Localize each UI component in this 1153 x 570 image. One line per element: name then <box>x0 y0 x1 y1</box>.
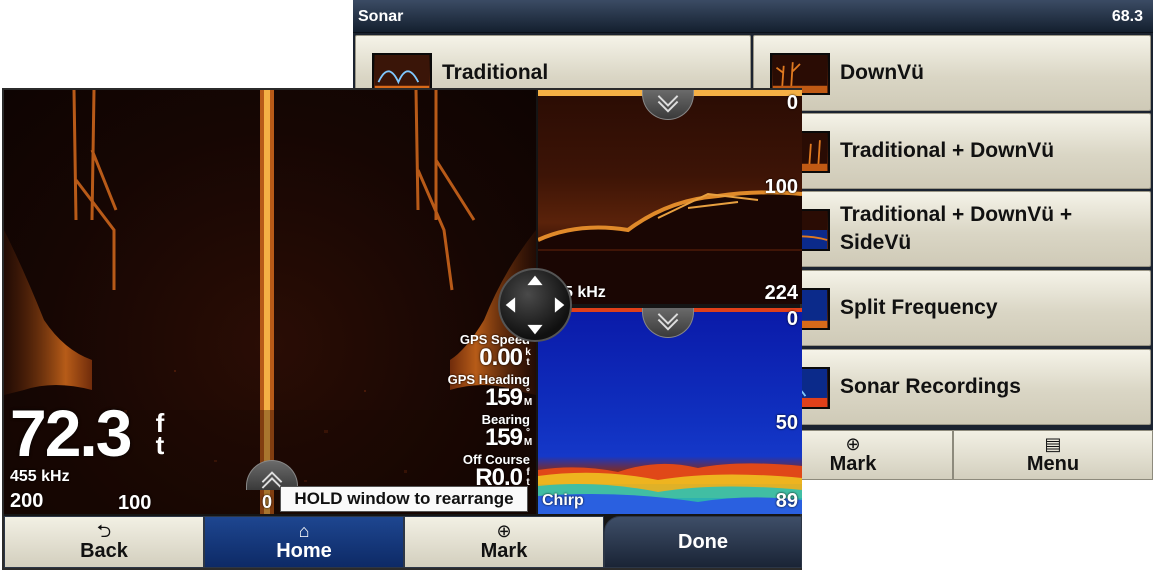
off-course-unit: ft <box>523 468 533 488</box>
gps-heading-unit: ° M <box>523 388 533 408</box>
trad-depth-mid: 100 <box>764 176 798 198</box>
front-bottom-bar: ⮌ Back ⌂ Home ⊕ Mark Done <box>4 516 802 568</box>
gps-heading-value: 159 <box>484 384 523 411</box>
home-button[interactable]: ⌂ Home <box>204 516 404 568</box>
menu-label: Menu <box>1026 452 1080 475</box>
water-temperature: 68.3 <box>1111 8 1143 25</box>
trad-depth-bottom: 224 <box>764 282 798 304</box>
depth-unit: f t <box>150 410 170 460</box>
depth-unit-bottom: t <box>155 430 165 460</box>
trad-depth-top: 0 <box>786 92 798 114</box>
mark-button[interactable]: ⊕ Mark <box>404 516 604 568</box>
menu-item-label: Traditional + DownVü + SideVü <box>840 203 1073 254</box>
range-label-0: 0 <box>262 492 273 512</box>
back-button[interactable]: ⮌ Back <box>4 516 204 568</box>
back-label: Back <box>80 539 128 562</box>
menu-item-sonar-recordings[interactable]: Sonar Recordings <box>753 349 1151 425</box>
home-icon: ⌂ <box>298 520 310 541</box>
done-label: Done <box>678 530 728 553</box>
crosshair-icon: ⊕ <box>845 433 861 454</box>
chirp-label: Chirp <box>542 492 584 509</box>
move-arrows-icon <box>505 275 565 335</box>
menu-item-label: Sonar Recordings <box>840 375 1021 398</box>
downvu-pane[interactable]: 72.3 f t 455 kHz 200 100 0 GPS Speed 0.0… <box>4 90 536 514</box>
traditional-sonar-pane[interactable]: 0 100 224 5 kHz <box>538 90 802 304</box>
downvu-frequency: 455 kHz <box>10 468 70 485</box>
menu-item-label: Traditional + DownVü <box>840 139 1055 162</box>
range-label-200: 200 <box>10 490 44 512</box>
done-button[interactable]: Done <box>604 516 802 568</box>
expand-down-chevron-icon[interactable] <box>642 308 694 338</box>
home-label: Home <box>276 539 332 562</box>
unit-bottom: M <box>523 397 533 408</box>
chirp-sonar-pane[interactable]: 0 50 89 Chirp <box>538 308 802 514</box>
menu-item-split-frequency[interactable]: Split Frequency <box>753 270 1151 346</box>
unit-bottom: M <box>523 437 533 448</box>
menu-item-traditional-downvu-sidevu[interactable]: Traditional + DownVü + SideVü <box>753 191 1151 267</box>
bearing-value: 159 <box>484 424 523 451</box>
gps-speed-value: 0.00 <box>479 344 523 371</box>
crosshair-icon: ⊕ <box>496 520 512 541</box>
chirp-depth-bottom: 89 <box>775 490 798 512</box>
menu-item-downvu[interactable]: DownVü <box>753 35 1151 111</box>
chirp-depth-top: 0 <box>786 308 798 330</box>
chirp-depth-mid: 50 <box>775 412 798 434</box>
menu-item-label: Split Frequency <box>840 296 998 319</box>
back-menu-button[interactable]: ▤ Menu <box>953 430 1153 480</box>
bearing-unit: ° M <box>523 428 533 448</box>
menu-item-label: DownVü <box>840 61 924 84</box>
traditional-sonar-image <box>538 90 802 304</box>
mark-label: Mark <box>829 452 877 475</box>
gps-speed-unit: kt <box>523 348 533 368</box>
mark-label: Mark <box>480 539 528 562</box>
title-bar: Sonar 68.3 <box>353 0 1153 33</box>
back-arrow-icon: ⮌ <box>96 520 112 541</box>
menu-item-traditional-downvu[interactable]: Traditional + DownVü <box>753 113 1151 189</box>
expand-down-chevron-icon[interactable] <box>642 90 694 120</box>
rearrange-tooltip: HOLD window to rearrange <box>280 486 528 512</box>
split-sonar-screen: 72.3 f t 455 kHz 200 100 0 GPS Speed 0.0… <box>2 88 802 570</box>
screen-title: Sonar <box>358 8 404 25</box>
chirp-sonar-image <box>538 308 802 514</box>
range-label-100: 100 <box>118 492 152 514</box>
unit-bottom: t <box>526 357 530 368</box>
move-dpad[interactable] <box>498 268 572 342</box>
menu-list-icon: ▤ <box>1044 433 1062 454</box>
depth-readout: 72.3 <box>10 396 132 470</box>
